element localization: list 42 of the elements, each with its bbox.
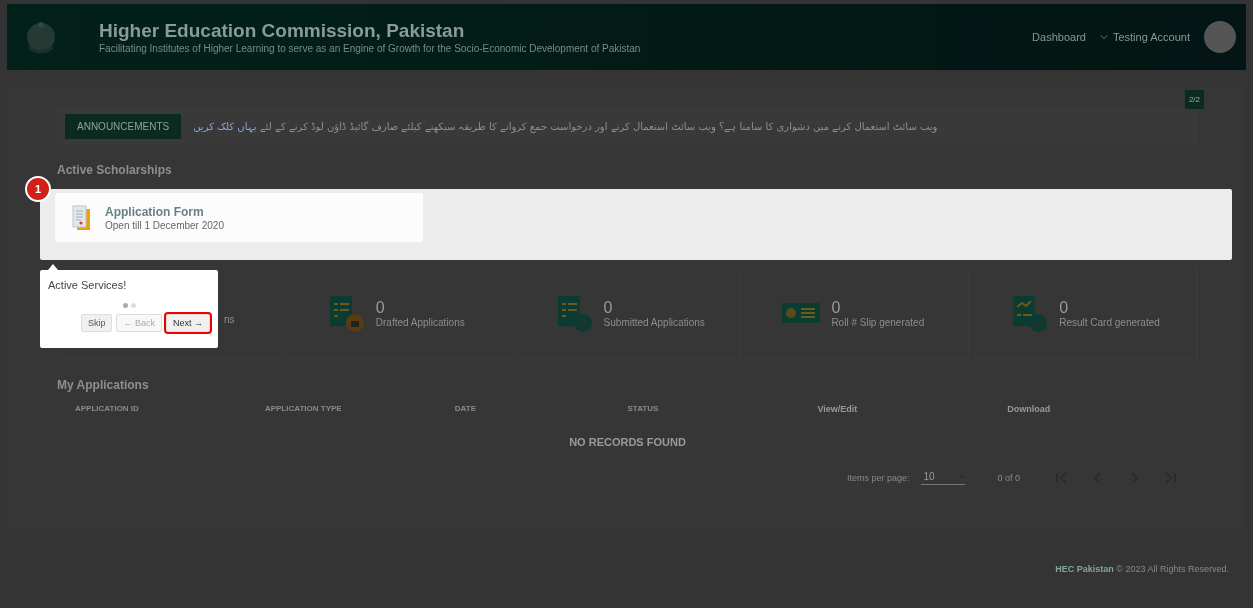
tour-button[interactable]: Skip xyxy=(80,314,113,332)
column-header: View/Edit xyxy=(817,404,859,414)
site-subtitle: Facilitating Institutes of Higher Learning to serve as an Engine of Growth for the Socio-Economic Development of Pakistan xyxy=(99,43,642,54)
download-link[interactable]: یہاں کلک کریں xyxy=(193,120,257,132)
popover-title: Active Services! xyxy=(48,279,128,291)
avatar[interactable] xyxy=(1204,21,1236,53)
section-title: My Applications xyxy=(57,378,150,392)
page-counter: 2/2 xyxy=(1184,90,1204,109)
scholarship-title: Application Form xyxy=(105,204,205,219)
stat-count: 0 xyxy=(1059,298,1070,317)
account-menu[interactable]: Testing Account xyxy=(1099,31,1190,43)
stat-label: Roll # Slip generated xyxy=(831,316,925,328)
tour-button[interactable]: Next → xyxy=(166,314,210,332)
copyright-text: HEC Pakistan © 2023 All Rights Reserved. xyxy=(1055,564,1229,574)
stat-label: Result Card generated xyxy=(1059,316,1160,328)
step-dot[interactable] xyxy=(122,303,128,308)
scholarship-card[interactable]: Application Form Open till 1 December 2020 xyxy=(55,193,423,242)
stat-label: Drafted Applications xyxy=(375,316,465,328)
column-header: APPLICATION TYPE xyxy=(264,404,343,414)
stat-count: 0 xyxy=(603,298,614,317)
page-range: 0 of 0 xyxy=(997,473,1020,483)
column-header: Download xyxy=(1007,404,1052,414)
site-title: Higher Education Commission, Pakistan xyxy=(99,20,466,42)
column-header: STATUS xyxy=(627,404,660,414)
page-size-select[interactable]: 10 xyxy=(921,471,966,485)
stat-label: ns xyxy=(224,313,235,325)
scholarship-deadline: Open till 1 December 2020 xyxy=(105,219,224,231)
chevron-icon xyxy=(1099,34,1108,40)
items-per-page-label: Items per page: xyxy=(846,473,910,483)
section-title: Active Scholarships xyxy=(57,163,173,177)
announcements-button[interactable]: ANNOUNCEMENTS xyxy=(65,113,182,139)
announcement-text: ویب سائٹ استعمال کرنے میں دشواری کا سامنا ہے؟ ویب سائٹ استعمال کرنے اور درخواست جمع کروانے کا طریقہ سیکھنے کیلئے صارف گائیڈ ڈاؤن لوڈ کرنے کے لئے یہاں کلک کریں xyxy=(193,120,938,132)
stat-label: Submitted Applications xyxy=(603,316,705,328)
empty-message: NO RECORDS FOUND xyxy=(568,436,687,448)
stat-count: 0 xyxy=(831,298,842,317)
document-icon xyxy=(71,204,91,231)
step-dot[interactable] xyxy=(130,303,136,308)
step-badge: 1 xyxy=(25,176,51,202)
stat-count: 0 xyxy=(375,298,386,317)
column-header: APPLICATION ID xyxy=(75,404,140,414)
column-header: DATE xyxy=(454,404,478,414)
dashboard-link[interactable]: Dashboard xyxy=(1032,31,1086,43)
